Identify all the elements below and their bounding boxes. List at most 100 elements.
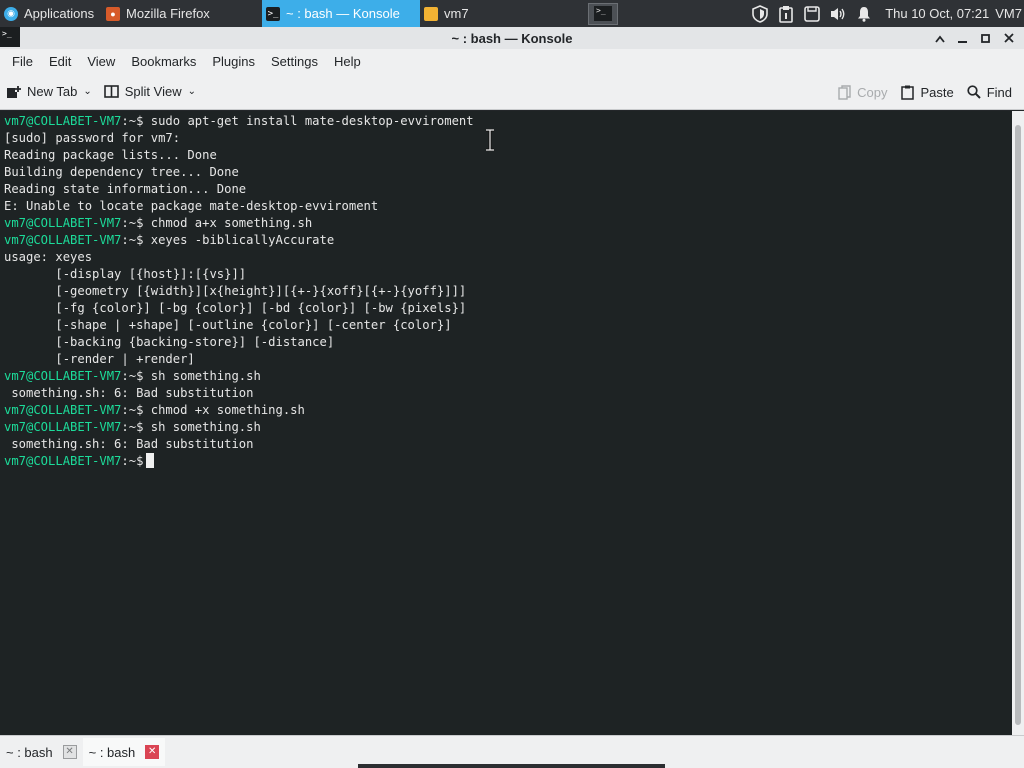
new-tab-icon <box>6 84 22 100</box>
menu-help[interactable]: Help <box>326 54 369 69</box>
applications-icon: ◉ <box>4 6 18 21</box>
paste-button[interactable]: Paste <box>893 78 959 106</box>
terminal-output-line: something.sh: 6: Bad substitution <box>4 385 1012 402</box>
toolbar-right: Copy Paste Find <box>830 74 1018 110</box>
command-text: sudo apt-get install mate-desktop-evviro… <box>143 114 474 128</box>
prompt-user-host: vm7@COLLABET-VM7 <box>4 454 122 468</box>
prompt-user-host: vm7@COLLABET-VM7 <box>4 216 122 230</box>
command-text: sh something.sh <box>143 369 261 383</box>
menu-file[interactable]: File <box>4 54 41 69</box>
text-cursor-icon <box>486 129 494 151</box>
close-tab-icon[interactable]: ✕ <box>145 745 160 759</box>
command-text: chmod +x something.sh <box>143 403 305 417</box>
applications-label: Applications <box>24 6 95 21</box>
output-text: [-render | +render] <box>4 352 195 366</box>
konsole-window-icon[interactable]: >_ <box>0 27 20 47</box>
command-text: chmod a+x something.sh <box>143 216 313 230</box>
tab-label: ~ : bash <box>88 744 136 760</box>
applications-menu[interactable]: ◉ Applications <box>0 0 102 27</box>
horizontal-scroll-indicator <box>358 764 665 768</box>
output-text: Reading package lists... Done <box>4 148 217 162</box>
device-icon[interactable] <box>799 0 825 27</box>
output-text: [-geometry [{width}][x{height}][{+-}{xof… <box>4 284 467 298</box>
split-view-icon <box>104 84 120 100</box>
tab-bash-2[interactable]: ~ : bash ✕ <box>82 738 166 766</box>
terminal-output-line: [-display [{host}]:[{vs}]] <box>4 266 1012 283</box>
terminal-output-line: E: Unable to locate package mate-desktop… <box>4 198 1012 215</box>
find-button[interactable]: Find <box>960 78 1018 106</box>
prompt-path: :~$ <box>121 369 144 383</box>
prompt-path: :~$ <box>121 233 144 247</box>
command-text: xeyes -biblicallyAccurate <box>143 233 335 247</box>
window-titlebar[interactable]: >_ ~ : bash — Konsole <box>0 27 1024 49</box>
terminal-icon: >_ <box>594 6 612 21</box>
terminal-prompt-line: vm7@COLLABET-VM7:~$ sh something.sh <box>4 419 1012 436</box>
prompt-user-host: vm7@COLLABET-VM7 <box>4 369 122 383</box>
user-name[interactable]: VM7 <box>995 6 1022 21</box>
output-text: [-backing {backing-store}] [-distance] <box>4 335 335 349</box>
volume-icon[interactable] <box>825 0 851 27</box>
close-tab-icon[interactable]: ✕ <box>62 745 77 759</box>
paste-label: Paste <box>920 84 954 100</box>
maximize-icon[interactable] <box>974 31 997 46</box>
prompt-path: :~$ <box>121 216 144 230</box>
clipboard-icon[interactable] <box>773 0 799 27</box>
terminal-output-line: [-fg {color}] [-bg {color}] [-bd {color}… <box>4 300 1012 317</box>
clock[interactable]: Thu 10 Oct, 07:21 <box>885 6 989 21</box>
paste-icon <box>899 84 915 100</box>
output-text: [-fg {color}] [-bg {color}] [-bd {color}… <box>4 301 467 315</box>
tab-bash-1[interactable]: ~ : bash ✕ <box>0 738 83 766</box>
split-view-label: Split View <box>124 84 182 99</box>
terminal-output-line: something.sh: 6: Bad substitution <box>4 436 1012 453</box>
shield-icon[interactable] <box>747 0 773 27</box>
new-tab-button[interactable]: New Tab ⌄ <box>0 78 98 106</box>
prompt-user-host: vm7@COLLABET-VM7 <box>4 114 122 128</box>
prompt-user-host: vm7@COLLABET-VM7 <box>4 420 122 434</box>
output-text: Building dependency tree... Done <box>4 165 239 179</box>
taskbar-item-folder[interactable]: vm7 <box>420 0 580 27</box>
terminal-prompt-line: vm7@COLLABET-VM7:~$ <box>4 453 1012 470</box>
scrollbar-thumb[interactable] <box>1015 125 1021 725</box>
firefox-icon: ● <box>106 6 120 21</box>
menu-view[interactable]: View <box>79 54 123 69</box>
menu-edit[interactable]: Edit <box>41 54 79 69</box>
notifications-bell-icon[interactable] <box>851 0 877 27</box>
terminal-scrollbar[interactable] <box>1012 111 1024 735</box>
folder-icon <box>424 6 438 21</box>
konsole-icon: >_ <box>266 6 280 21</box>
menu-bookmarks[interactable]: Bookmarks <box>123 54 204 69</box>
terminal-output-line: Building dependency tree... Done <box>4 164 1012 181</box>
system-tray: Thu 10 Oct, 07:21 VM7 <box>747 0 1024 27</box>
chevron-down-icon[interactable]: ⌄ <box>83 86 91 97</box>
toolbar: New Tab ⌄ Split View ⌄ Copy Paste Find <box>0 74 1024 110</box>
terminal-output-line: [-render | +render] <box>4 351 1012 368</box>
split-view-button[interactable]: Split View ⌄ <box>98 78 202 106</box>
prompt-path: :~$ <box>121 114 144 128</box>
output-text: Reading state information... Done <box>4 182 247 196</box>
output-text: [-shape | +shape] [-outline {color}] [-c… <box>4 318 452 332</box>
copy-label: Copy <box>857 84 888 100</box>
menu-plugins[interactable]: Plugins <box>204 54 263 69</box>
terminal-output-line: [-geometry [{width}][x{height}][{+-}{xof… <box>4 283 1012 300</box>
output-text: E: Unable to locate package mate-desktop… <box>4 199 379 213</box>
new-tab-label: New Tab <box>27 84 78 99</box>
output-text: something.sh: 6: Bad substitution <box>4 437 254 451</box>
chevron-down-icon[interactable]: ⌄ <box>188 86 196 97</box>
window-title: ~ : bash — Konsole <box>451 30 573 46</box>
terminal-prompt-line: vm7@COLLABET-VM7:~$ sh something.sh <box>4 368 1012 385</box>
taskbar-item-konsole[interactable]: >_ ~ : bash — Konsole <box>262 0 420 27</box>
terminal-launcher-button[interactable]: >_ <box>588 2 618 25</box>
copy-button[interactable]: Copy <box>830 78 893 106</box>
search-icon <box>966 84 982 100</box>
close-icon[interactable] <box>997 31 1020 46</box>
terminal-output[interactable]: vm7@COLLABET-VM7:~$ sudo apt-get install… <box>0 111 1012 735</box>
terminal-cursor <box>146 453 155 468</box>
tab-label: ~ : bash <box>6 744 53 760</box>
taskbar-item-firefox[interactable]: ● Mozilla Firefox <box>102 0 262 27</box>
taskbar-item-label: ~ : bash — Konsole <box>286 6 400 21</box>
minimize-icon[interactable] <box>951 31 974 46</box>
keep-above-icon[interactable] <box>928 31 951 46</box>
terminal-prompt-line: vm7@COLLABET-VM7:~$ xeyes -biblicallyAcc… <box>4 232 1012 249</box>
menu-settings[interactable]: Settings <box>263 54 326 69</box>
terminal-output-line: Reading state information... Done <box>4 181 1012 198</box>
